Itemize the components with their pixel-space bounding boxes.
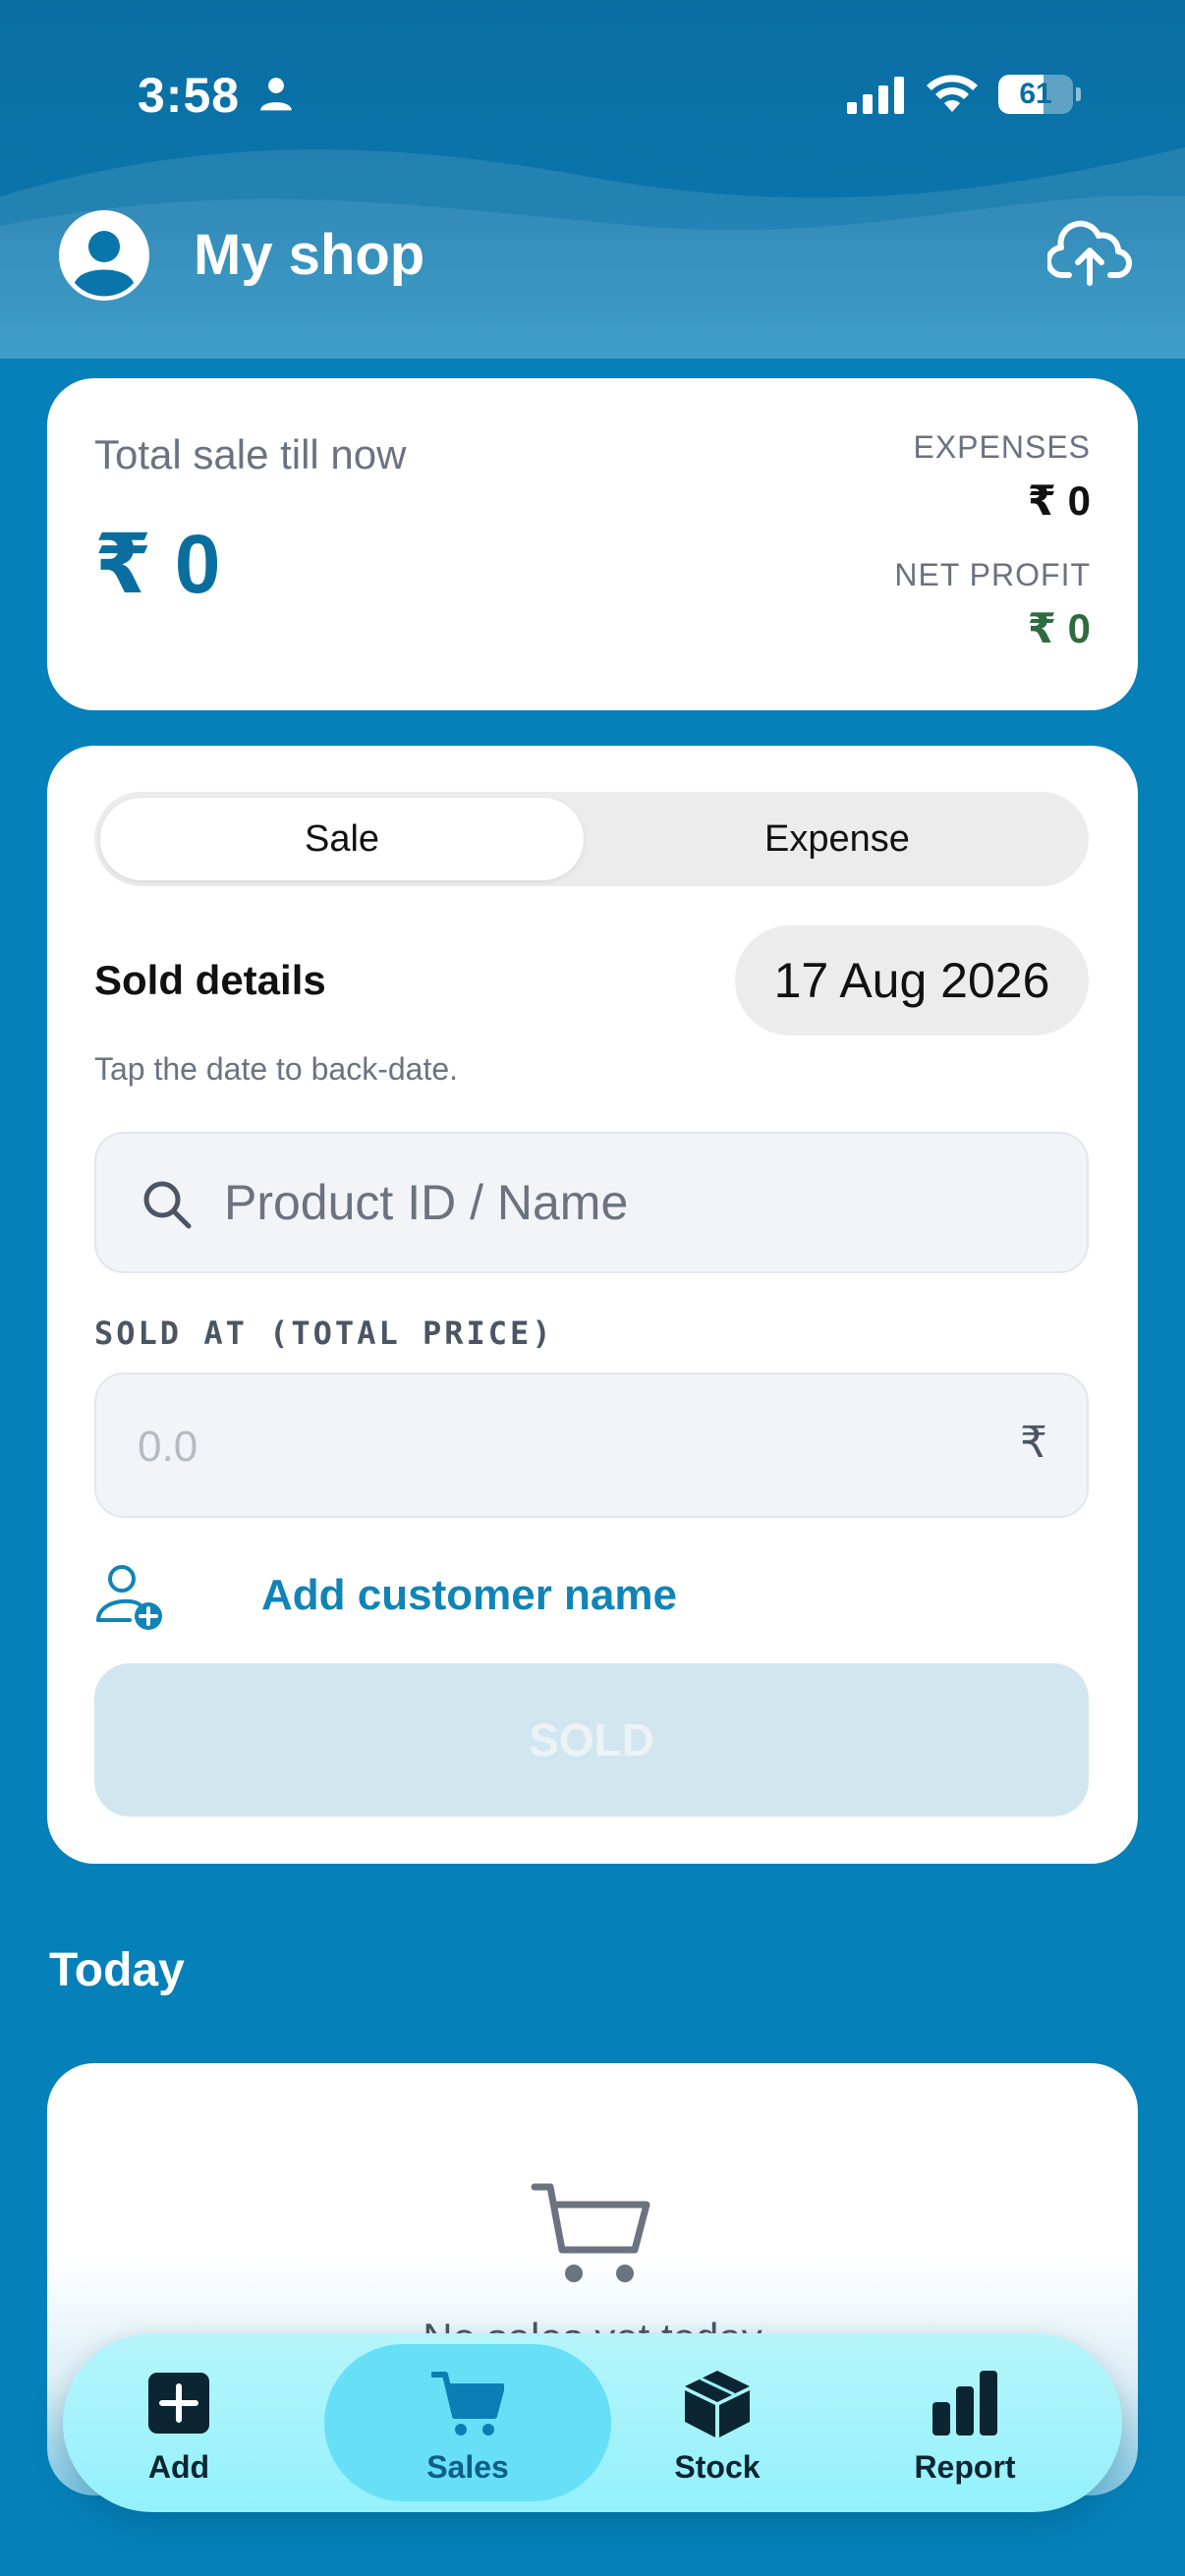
wifi-icon [927,75,978,112]
backdate-hint: Tap the date to back-date. [94,1051,459,1087]
product-search-input[interactable] [224,1163,1049,1242]
header-wave-decoration [0,147,1185,359]
add-customer-button[interactable]: Add customer name [94,1553,979,1642]
nav-item-sales[interactable]: Sales [367,2333,569,2512]
rupee-icon: ₹ [1020,1419,1047,1467]
person-add-icon [96,1565,162,1630]
add-customer-label: Add customer name [261,1571,677,1619]
sale-entry-card: Sale Expense Sold details 17 Aug 2026 Ta… [47,746,1138,1864]
bar-chart-icon [932,2371,997,2436]
cart-icon [431,2372,504,2436]
box-icon [685,2371,750,2437]
plus-square-icon [148,2373,209,2434]
nav-label-add: Add [147,2449,210,2485]
price-field-label: SOLD AT (TOTAL PRICE) [94,1315,554,1352]
page-title: My shop [194,223,425,287]
bottom-navigation: Add Sales Stock Report [63,2333,1122,2512]
status-bar: 3:58 61 [0,59,1185,128]
sale-expense-toggle: Sale Expense [94,792,1089,886]
person-icon [260,78,292,111]
battery-percent: 61 [1019,78,1052,110]
nav-label-report: Report [914,2449,1016,2485]
date-picker-button[interactable]: 17 Aug 2026 [735,925,1089,1036]
total-sale-label: Total sale till now [94,431,407,477]
nav-label-stock: Stock [674,2449,761,2485]
profile-avatar-icon[interactable] [59,210,149,301]
sold-button[interactable]: SOLD [94,1663,1089,1817]
app-screen: 3:58 61 My shop Total sale till now ₹ 0 … [0,0,1185,2576]
sales-summary-card: Total sale till now ₹ 0 EXPENSES ₹ 0 NET… [47,378,1138,710]
empty-cart-icon [531,2183,650,2282]
nav-item-report[interactable]: Report [864,2333,1066,2512]
search-icon [143,1181,192,1229]
nav-item-stock[interactable]: Stock [616,2333,818,2512]
section-title: Sold details [94,957,326,1003]
battery-indicator: 61 [998,75,1081,114]
tab-expense[interactable]: Expense [592,798,1083,880]
net-profit-value: ₹ 0 [1027,605,1091,651]
price-input[interactable] [138,1408,963,1486]
expenses-value: ₹ 0 [1027,477,1091,524]
total-sale-value: ₹ 0 [94,518,221,610]
cloud-upload-icon[interactable] [1047,218,1132,287]
nav-label-sales: Sales [426,2449,509,2485]
cellular-signal-icon [847,77,904,114]
status-time: 3:58 [138,68,241,123]
expenses-label: EXPENSES [913,429,1091,465]
tab-sale[interactable]: Sale [100,798,584,880]
price-field[interactable]: ₹ [94,1372,1089,1518]
today-heading: Today [49,1944,185,1996]
product-search-field[interactable] [94,1132,1089,1273]
net-profit-label: NET PROFIT [894,557,1091,592]
nav-item-add[interactable]: Add [78,2333,280,2512]
app-header: 3:58 61 My shop [0,0,1185,359]
